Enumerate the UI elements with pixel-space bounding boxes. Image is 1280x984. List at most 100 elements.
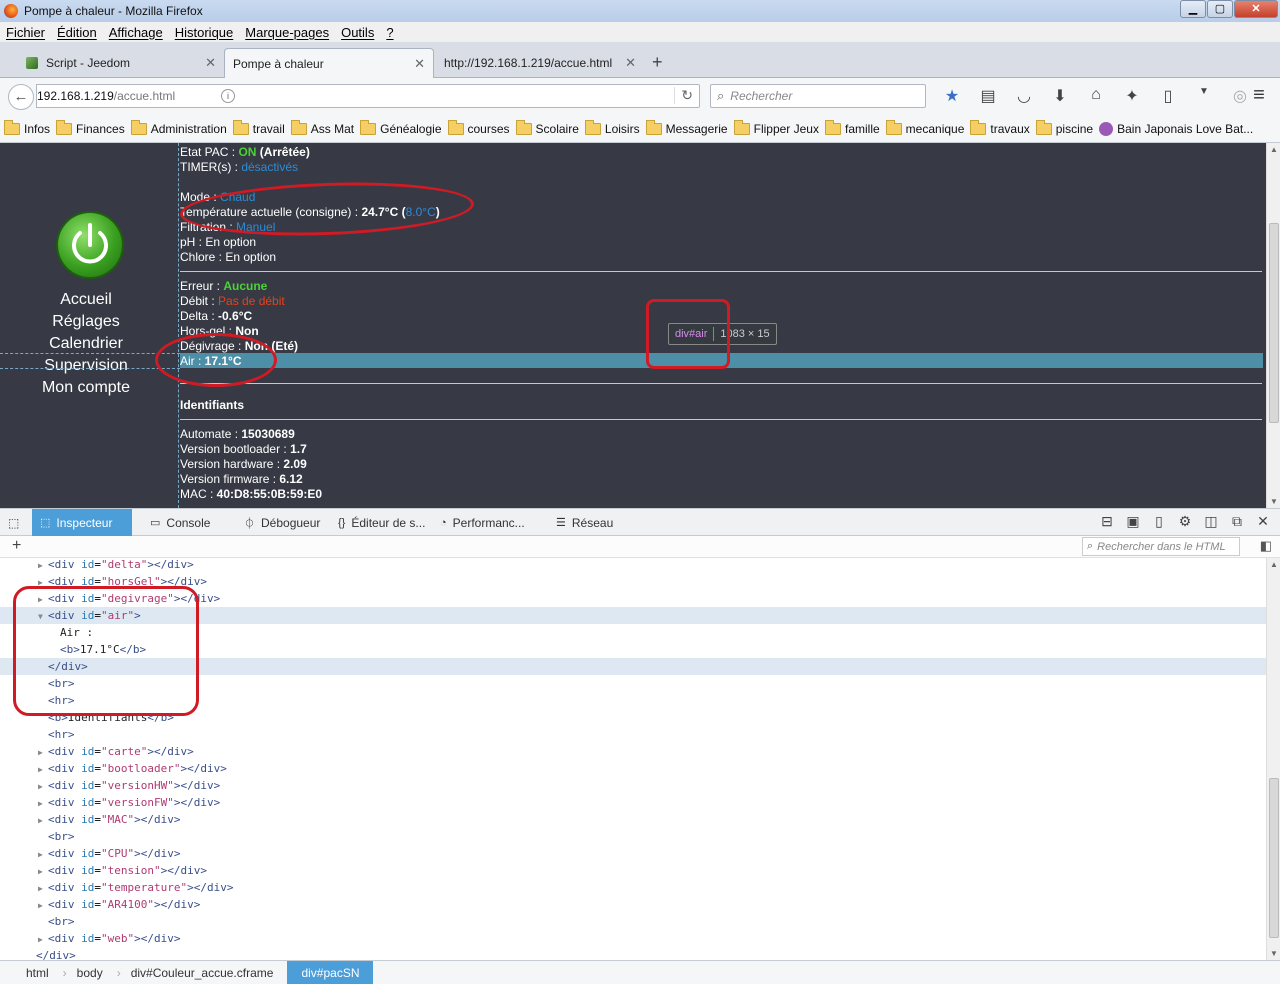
close-tab-icon[interactable]: ✕: [414, 56, 425, 72]
reload-icon[interactable]: ↻: [674, 87, 693, 104]
close-devtools-icon[interactable]: ✕: [1250, 513, 1276, 530]
expand-right-icon[interactable]: ▶: [38, 761, 48, 778]
url-bar[interactable]: i 192.168.1.219/accue.html ↻: [36, 84, 700, 108]
markup-line[interactable]: ▶ <div id="temperature"></div>: [0, 879, 1266, 896]
bookmark-folder[interactable]: Finances: [56, 120, 125, 136]
breadcrumb-cframe[interactable]: div#Couleur_accue.cframe›: [117, 961, 292, 984]
hamburger-menu-icon[interactable]: ≡: [1246, 84, 1272, 110]
markup-line[interactable]: ▶ <div id="MAC"></div>: [0, 811, 1266, 828]
breadcrumb-body[interactable]: body ›: [63, 961, 121, 984]
close-window-button[interactable]: ✕: [1234, 0, 1278, 18]
download-icon[interactable]: ⬇: [1042, 86, 1078, 106]
scroll-up-icon[interactable]: ▲: [1267, 145, 1280, 154]
bookmark-folder[interactable]: Généalogie: [360, 120, 442, 136]
tab-pompe-a-chaleur[interactable]: Pompe à chaleur ✕: [224, 48, 434, 78]
expand-right-icon[interactable]: ▶: [38, 863, 48, 880]
nav-calendrier[interactable]: Calendrier: [0, 333, 172, 355]
toggle-sidebar-icon[interactable]: ◧: [1260, 538, 1272, 554]
bookmark-folder[interactable]: Scolaire: [515, 120, 579, 136]
minimize-button[interactable]: ▁: [1180, 0, 1206, 18]
bookmark-folder[interactable]: Administration: [130, 120, 227, 136]
expand-right-icon[interactable]: ▶: [38, 931, 48, 948]
nav-accueil[interactable]: Accueil: [0, 289, 172, 311]
tab-editeur[interactable]: {} Éditeur de s...: [330, 509, 434, 536]
expand-right-icon[interactable]: ▶: [38, 795, 48, 812]
scroll-down-icon[interactable]: ▼: [1267, 497, 1280, 506]
pick-element-icon[interactable]: ⬚: [0, 509, 30, 536]
expand-right-icon[interactable]: ▶: [38, 778, 48, 795]
markup-line[interactable]: </div>: [0, 947, 1266, 960]
scrollbar-thumb[interactable]: [1269, 223, 1279, 423]
settings-gear-icon[interactable]: ⚙: [1172, 513, 1198, 530]
new-tab-button[interactable]: +: [652, 52, 663, 73]
bookmark-folder[interactable]: Flipper Jeux: [733, 120, 819, 136]
bookmark-star-icon[interactable]: ★: [934, 86, 970, 106]
nav-reglages[interactable]: Réglages: [0, 311, 172, 333]
tab-console[interactable]: ▭ Console: [142, 509, 232, 536]
bookmarks-library-icon[interactable]: ▤: [970, 86, 1006, 106]
dropdown-icon[interactable]: ▼: [1186, 86, 1222, 106]
close-tab-icon[interactable]: ✕: [205, 55, 216, 71]
tab-accue-html[interactable]: http://192.168.1.219/accue.html ✕: [436, 48, 644, 78]
html-search-input[interactable]: ⌕ Rechercher dans le HTML: [1082, 537, 1240, 556]
bookmark-folder[interactable]: Ass Mat: [290, 120, 354, 136]
home-icon[interactable]: ⌂: [1078, 86, 1114, 106]
url-text[interactable]: 192.168.1.219/accue.html: [37, 89, 175, 103]
menu-edition[interactable]: Édition: [57, 25, 97, 40]
breadcrumb-html[interactable]: html ›: [0, 961, 67, 984]
undock-icon[interactable]: ⧉: [1224, 513, 1250, 530]
markup-line[interactable]: ▶ <div id="CPU"></div>: [0, 845, 1266, 862]
maximize-button[interactable]: ▢: [1207, 0, 1233, 18]
menu-marque-pages[interactable]: Marque-pages: [245, 25, 329, 40]
expand-right-icon[interactable]: ▶: [38, 812, 48, 829]
power-button[interactable]: [58, 213, 122, 277]
bookmark-folder[interactable]: Messagerie: [645, 120, 728, 136]
nav-supervision[interactable]: Supervision: [0, 355, 172, 377]
scroll-down-icon[interactable]: ▼: [1267, 949, 1280, 958]
page-scrollbar[interactable]: ▲ ▼: [1266, 143, 1280, 508]
tab-debogueur[interactable]: ⏀ Débogueur: [236, 509, 332, 536]
scroll-up-icon[interactable]: ▲: [1267, 560, 1280, 569]
markup-line[interactable]: ▶ <div id="AR4100"></div>: [0, 896, 1266, 913]
markup-line[interactable]: <br>: [0, 913, 1266, 930]
markup-line[interactable]: ▶ <div id="delta"></div>: [0, 558, 1266, 573]
markup-line[interactable]: ▶ <div id="versionHW"></div>: [0, 777, 1266, 794]
bookmark-folder[interactable]: courses: [447, 120, 510, 136]
expand-right-icon[interactable]: ▶: [38, 558, 48, 574]
search-bar[interactable]: ⌕ Rechercher: [710, 84, 926, 108]
menu-help[interactable]: ?: [386, 25, 393, 40]
dock-side-icon[interactable]: ◫: [1198, 513, 1224, 530]
markup-line[interactable]: ▶ <div id="tension"></div>: [0, 862, 1266, 879]
expand-right-icon[interactable]: ▶: [38, 880, 48, 897]
expand-right-icon[interactable]: ▶: [38, 897, 48, 914]
menu-fichier[interactable]: Fichier: [6, 25, 45, 40]
markup-line[interactable]: ▶ <div id="versionFW"></div>: [0, 794, 1266, 811]
bookmark-folder[interactable]: travail: [232, 120, 285, 136]
markup-line[interactable]: ▶ <div id="carte"></div>: [0, 743, 1266, 760]
tab-inspecteur[interactable]: ⬚ Inspecteur: [32, 509, 132, 536]
tab-performance[interactable]: ◔ Performanc...: [432, 509, 536, 536]
extension-icon[interactable]: ✦: [1114, 86, 1150, 106]
tab-reseau[interactable]: ☰ Réseau: [548, 509, 628, 536]
bookmark-link[interactable]: Bain Japonais Love Bat...: [1099, 122, 1253, 136]
site-info-icon[interactable]: i: [221, 89, 235, 103]
pocket-icon[interactable]: ◡: [1006, 86, 1042, 106]
bookmark-folder[interactable]: piscine: [1035, 120, 1093, 136]
scratchpad-icon[interactable]: ▣: [1120, 513, 1146, 530]
menu-outils[interactable]: Outils: [341, 25, 374, 40]
bookmark-folder[interactable]: famille: [824, 120, 880, 136]
expand-right-icon[interactable]: ▶: [38, 846, 48, 863]
bookmark-folder[interactable]: travaux: [970, 120, 1030, 136]
bookmark-folder[interactable]: mecanique: [885, 120, 964, 136]
tab-script-jeedom[interactable]: Script - Jeedom ✕: [18, 48, 224, 78]
split-console-icon[interactable]: ⊟: [1094, 513, 1120, 530]
menu-affichage[interactable]: Affichage: [109, 25, 163, 40]
nav-mon-compte[interactable]: Mon compte: [0, 377, 172, 399]
close-tab-icon[interactable]: ✕: [625, 55, 636, 71]
clipboard-icon[interactable]: ▯: [1150, 86, 1186, 106]
markup-line[interactable]: <br>: [0, 828, 1266, 845]
menu-historique[interactable]: Historique: [175, 25, 234, 40]
bookmark-folder[interactable]: Infos: [4, 120, 50, 136]
markup-scrollbar[interactable]: ▲ ▼: [1266, 558, 1280, 960]
add-node-icon[interactable]: +: [12, 537, 21, 555]
